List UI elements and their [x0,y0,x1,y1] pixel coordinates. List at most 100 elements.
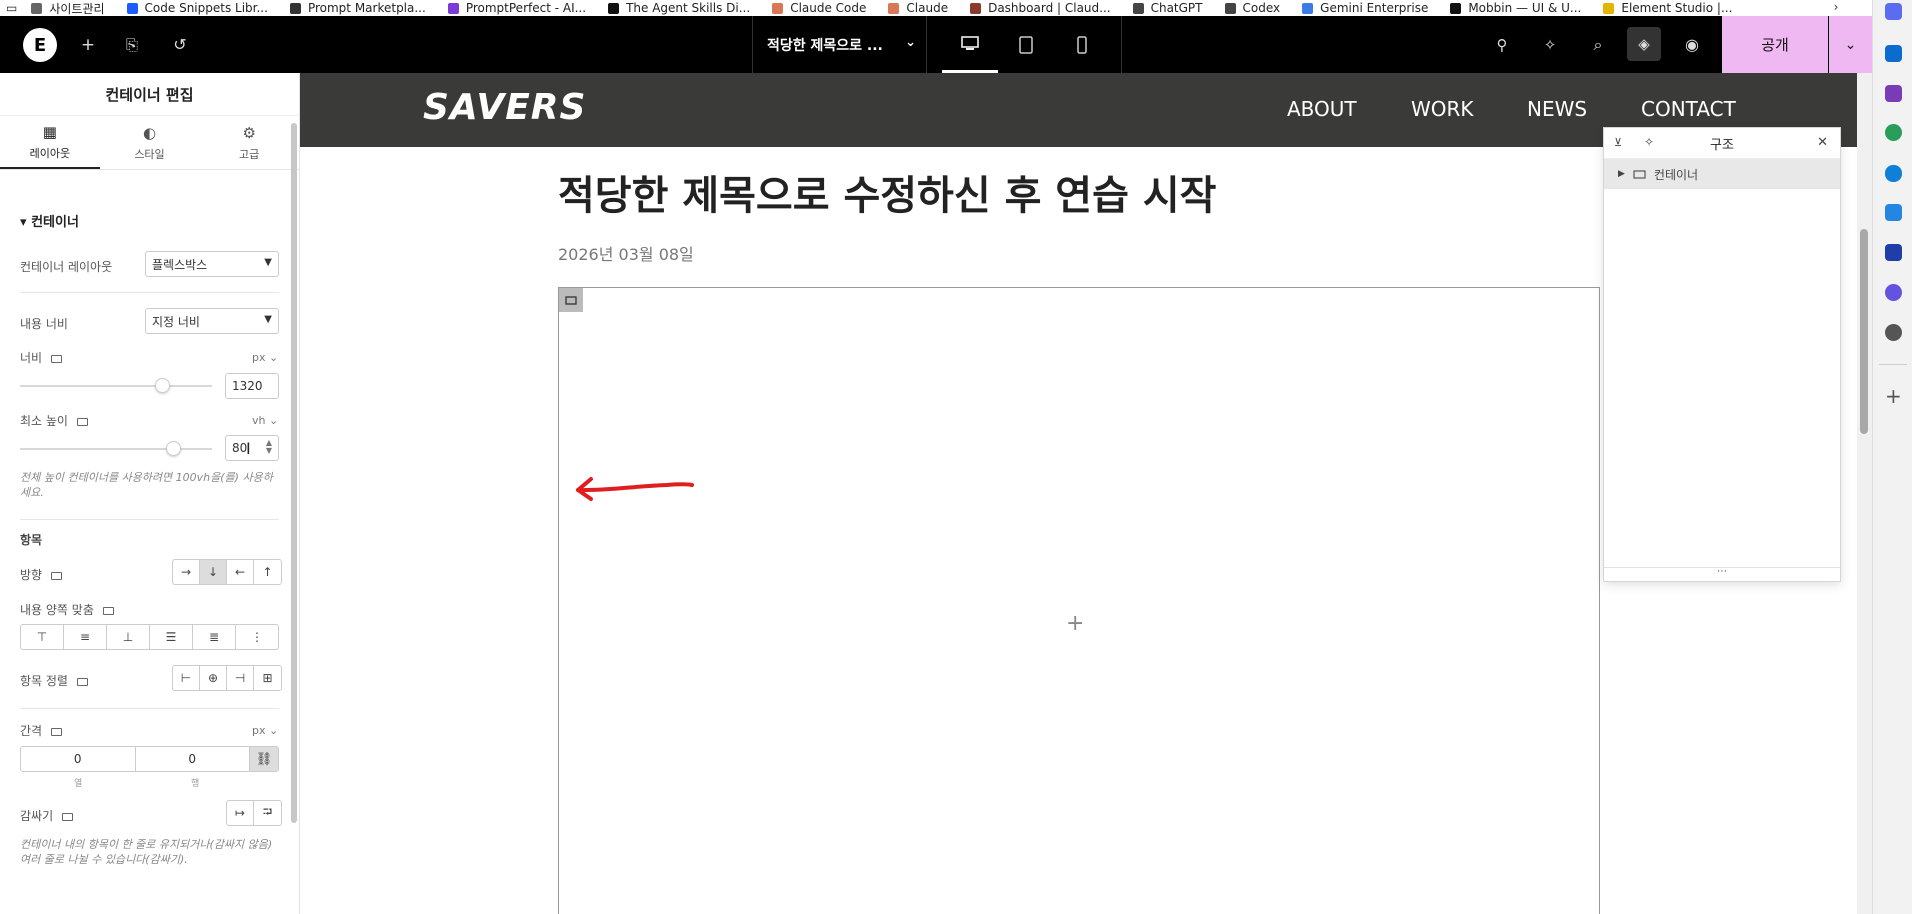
nav-about[interactable]: ABOUT [1287,97,1357,121]
width-slider[interactable] [20,385,212,387]
add-widget-icon[interactable]: + [1066,611,1084,636]
width-unit-select[interactable]: px ⌄ [252,351,278,364]
bookmark-item[interactable]: ChatGPT [1132,1,1203,15]
link-icon[interactable]: ⛓ [250,747,278,771]
container-layout-select[interactable]: 플렉스박스 ▼ [145,251,279,277]
direction-column-reverse-icon[interactable]: ↑ [254,560,281,584]
structure-layers-icon[interactable]: ◈ [1627,27,1661,61]
outlook-icon[interactable] [1885,45,1902,62]
scrollbar-thumb[interactable] [1860,229,1868,434]
bookmark-item[interactable]: PromptPerfect - AI... [447,1,586,15]
justify-space-between-icon[interactable]: ☰ [150,625,193,649]
editor-panel: 컨테이너 편집 ▦ 레이아웃 ◐ 스타일 ⚙ 고급 ▾ 컨테이너 컨테이너 레이아웃 … [0,73,300,914]
min-height-unit-select[interactable]: vh ⌄ [252,414,278,427]
bookmark-label: Element Studio |... [1621,1,1733,15]
align-start-icon[interactable]: ⊢ [173,666,200,690]
gap-row-input[interactable]: 0 [136,747,250,771]
launch-icon[interactable]: ⚲ [1486,16,1518,73]
gap-label: 간격 [20,724,43,738]
direction-column-icon[interactable]: ↓ [200,560,227,584]
bookmark-item[interactable]: Element Studio |... [1603,1,1732,15]
container-handle-icon[interactable] [559,288,583,312]
publish-options-chevron-icon[interactable]: ⌄ [1829,16,1872,73]
add-element-icon[interactable]: + [72,16,104,73]
onedrive-icon[interactable] [1885,165,1902,182]
gap-column-input[interactable]: 0 [21,747,136,771]
tab-layout[interactable]: ▦ 레이아웃 [0,116,100,169]
direction-row-icon[interactable]: → [173,560,200,584]
bookmark-item[interactable]: 사이트관리 [31,0,105,16]
bookmark-item[interactable]: Claude [888,1,948,15]
resize-handle-icon[interactable]: ⋯ [1604,567,1840,581]
justify-end-icon[interactable]: ⊥ [107,625,150,649]
justify-space-evenly-icon[interactable]: ⋮ [236,625,278,649]
caret-right-icon[interactable]: ▶ [1618,169,1625,179]
structure-item-container[interactable]: ▶ 컨테이너 [1604,159,1840,189]
align-items-buttons: ⊢ ⊕ ⊣ ⊞ [172,665,282,691]
search-icon[interactable]: ⌕ [1582,16,1614,73]
bookmark-item[interactable]: Gemini Enterprise [1302,1,1428,15]
tab-advanced[interactable]: ⚙ 고급 [199,116,299,169]
site-logo[interactable]: SAVERS [423,87,586,128]
close-icon[interactable]: ✕ [1817,135,1828,150]
section-toggle[interactable]: ▾ 컨테이너 [20,211,79,230]
gap-unit-select[interactable]: px ⌄ [252,724,278,737]
bookmark-item[interactable]: Prompt Marketpla... [289,1,426,15]
bookmark-item[interactable]: Mobbin — UI & U... [1450,1,1581,15]
add-icon[interactable]: + [1885,384,1902,408]
min-height-slider[interactable] [20,448,212,450]
container-element[interactable]: + [558,287,1600,914]
direction-row-reverse-icon[interactable]: ← [227,560,254,584]
copilot-icon[interactable] [1885,3,1902,20]
bookmark-item[interactable]: Claude Code [772,1,866,15]
post-title[interactable]: 적당한 제목으로 수정하신 후 연습 시작 [558,163,1216,221]
wrap-buttons: ↦ ⮒ [226,800,282,826]
ai-icon[interactable]: ✧ [1534,16,1566,73]
app-icon[interactable] [1885,244,1902,261]
bookmark-item[interactable]: Code Snippets Libr... [126,1,268,15]
history-icon[interactable]: ↺ [164,16,196,73]
justify-center-icon[interactable]: ≡ [64,625,107,649]
nav-news[interactable]: NEWS [1527,97,1587,121]
page-title-dropdown[interactable]: 적당한 제목으로 ... ⌄ [752,16,927,73]
tab-style[interactable]: ◐ 스타일 [100,116,200,169]
align-center-icon[interactable]: ⊕ [200,666,227,690]
width-slider-handle[interactable] [155,378,170,393]
bookmark-item[interactable]: Dashboard | Claud... [970,1,1111,15]
stepper-icon[interactable]: ▲ ▼ [266,439,272,455]
nav-contact[interactable]: CONTACT [1641,97,1736,121]
min-height-slider-handle[interactable] [166,441,181,456]
app-icon[interactable] [1885,284,1902,301]
divider [1121,16,1122,73]
power-automate-icon[interactable] [1885,204,1902,221]
page-settings-icon[interactable]: ⎘ [116,16,148,73]
bookmarks-overflow-icon[interactable]: › [1826,0,1846,14]
panel-scrollbar[interactable] [291,123,297,823]
width-input[interactable]: 1320 [225,373,279,399]
bookmark-favicon-icon [1450,2,1462,14]
justify-space-around-icon[interactable]: ≣ [193,625,236,649]
nav-work[interactable]: WORK [1411,97,1474,121]
bookmark-item[interactable]: Codex [1224,1,1280,15]
content-width-select[interactable]: 지정 너비 ▼ [145,308,279,334]
edge-icon[interactable] [1885,124,1902,141]
container-layout-label: 컨테이너 레이아웃 [20,260,113,274]
min-height-input[interactable]: 80 I ▲ ▼ [225,435,279,461]
justify-start-icon[interactable]: ⊤ [21,625,64,649]
onenote-icon[interactable] [1885,85,1902,102]
mobile-view-icon[interactable] [1054,16,1110,73]
bookmark-label: The Agent Skills Di... [626,1,751,15]
elementor-logo-button[interactable]: E [23,28,57,62]
nowrap-icon[interactable]: ↦ [227,801,254,825]
align-end-icon[interactable]: ⊣ [227,666,254,690]
tablet-view-icon[interactable] [998,16,1054,73]
publish-button[interactable]: 공개 [1722,16,1828,73]
desktop-view-icon[interactable] [942,16,998,73]
chatgpt-icon[interactable] [1885,324,1902,341]
canvas-scrollbar[interactable] [1857,73,1872,914]
tab-search-icon[interactable]: ▭ [6,1,17,15]
wrap-icon[interactable]: ⮒ [254,801,281,825]
preview-eye-icon[interactable]: ◉ [1676,16,1708,73]
bookmark-item[interactable]: The Agent Skills Di... [608,1,750,15]
align-stretch-icon[interactable]: ⊞ [254,666,281,690]
